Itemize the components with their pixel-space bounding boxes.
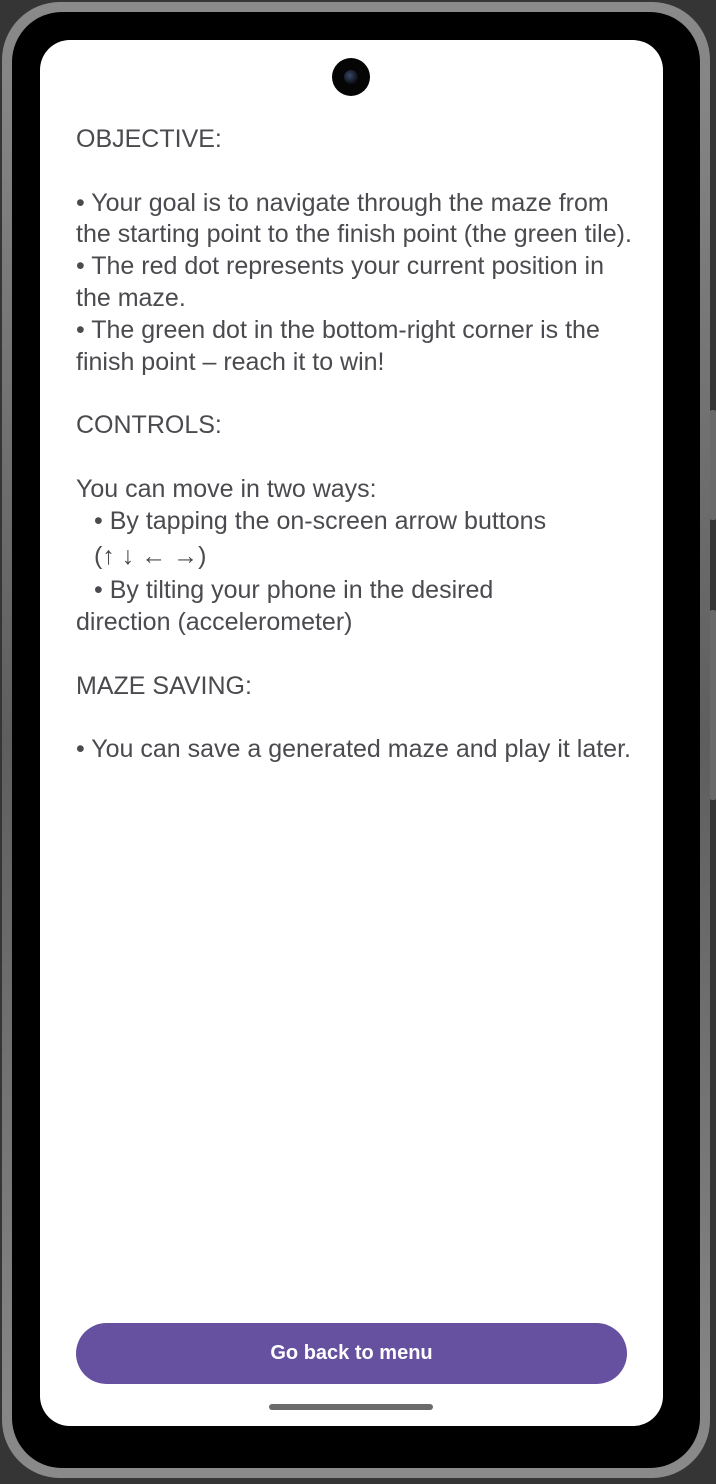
controls-arrows: (↑ ↓ ← →) [94, 542, 207, 571]
power-button [710, 610, 716, 800]
help-text: OBJECTIVE: • Your goal is to navigate th… [76, 124, 636, 766]
controls-item-continued: direction (accelerometer) [76, 608, 353, 637]
controls-item: • By tilting your phone in the desired [94, 576, 494, 605]
objective-item: • The red dot represents your current po… [76, 252, 611, 312]
volume-button [710, 410, 716, 520]
device: OBJECTIVE: • Your goal is to navigate th… [0, 0, 716, 1484]
saving-item: • You can save a generated maze and play… [76, 735, 631, 764]
camera-lens [344, 70, 358, 84]
saving-heading: MAZE SAVING: [76, 671, 252, 700]
home-indicator[interactable] [269, 1404, 433, 1410]
objective-item: • Your goal is to navigate through the m… [76, 188, 632, 249]
app-screen: OBJECTIVE: • Your goal is to navigate th… [40, 40, 663, 1426]
back-to-menu-button[interactable]: Go back to menu [76, 1323, 627, 1384]
front-camera-icon [332, 58, 370, 96]
controls-item: • By tapping the on-screen arrow buttons [94, 506, 547, 535]
controls-intro: You can move in two ways: [76, 474, 377, 503]
controls-heading: CONTROLS: [76, 411, 222, 440]
objective-heading: OBJECTIVE: [76, 125, 222, 153]
objective-item: • The green dot in the bottom-right corn… [76, 315, 607, 376]
